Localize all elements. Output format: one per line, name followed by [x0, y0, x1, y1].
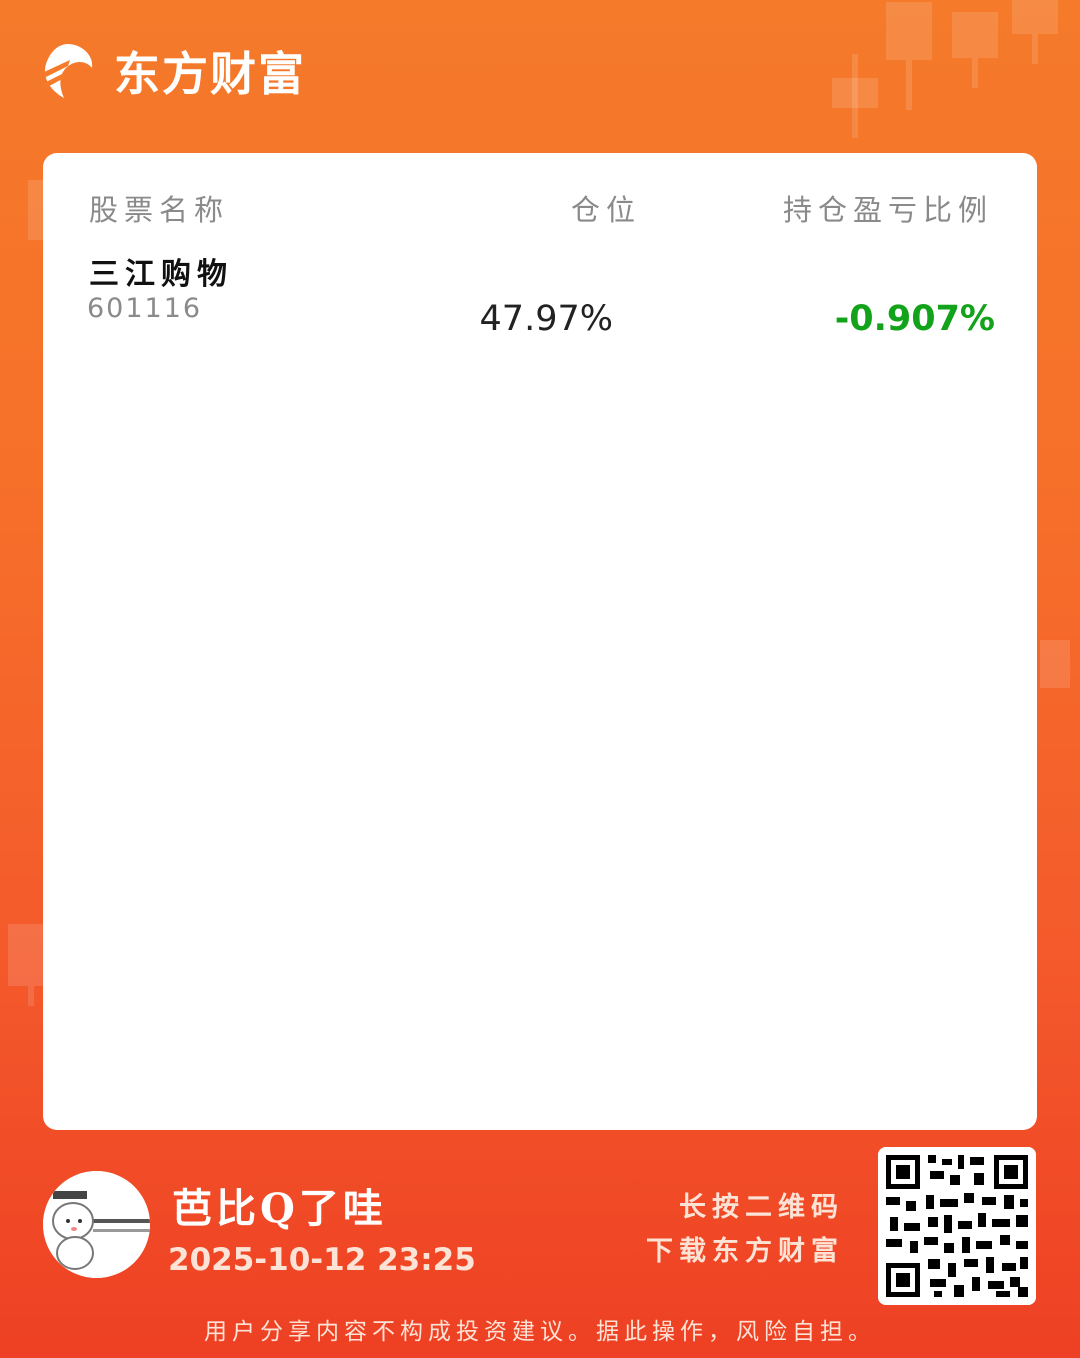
avatar[interactable]	[43, 1171, 150, 1278]
brand-logo: 东方财富	[40, 38, 306, 104]
share-timestamp: 2025-10-12 23:25	[168, 1242, 476, 1278]
header-position: 仓位	[571, 193, 642, 227]
disclaimer: 用户分享内容不构成投资建议。据此操作，风险自担。	[204, 1319, 876, 1345]
qr-hint: 长按二维码 下载东方财富	[646, 1186, 844, 1274]
stock-profit-loss: -0.907%	[834, 299, 995, 339]
user-name: 芭比Q了哇	[172, 1185, 387, 1232]
stock-name: 三江购物	[89, 257, 233, 292]
qr-hint-line2: 下载东方财富	[646, 1236, 844, 1267]
qr-code[interactable]	[878, 1147, 1036, 1305]
qr-hint-line1: 长按二维码	[679, 1192, 844, 1223]
header-stock-name: 股票名称	[89, 193, 230, 227]
stock-code: 601116	[87, 293, 203, 324]
qr-code-icon	[878, 1147, 1036, 1305]
eastmoney-logo-icon	[42, 44, 93, 98]
holdings-card: 股票名称 仓位 持仓盈亏比例 三江购物 601116 47.97% -0.907…	[43, 153, 1037, 1130]
header-profit-loss: 持仓盈亏比例	[782, 193, 993, 227]
stock-position: 47.97%	[479, 299, 613, 339]
brand-name: 东方财富	[114, 47, 306, 101]
